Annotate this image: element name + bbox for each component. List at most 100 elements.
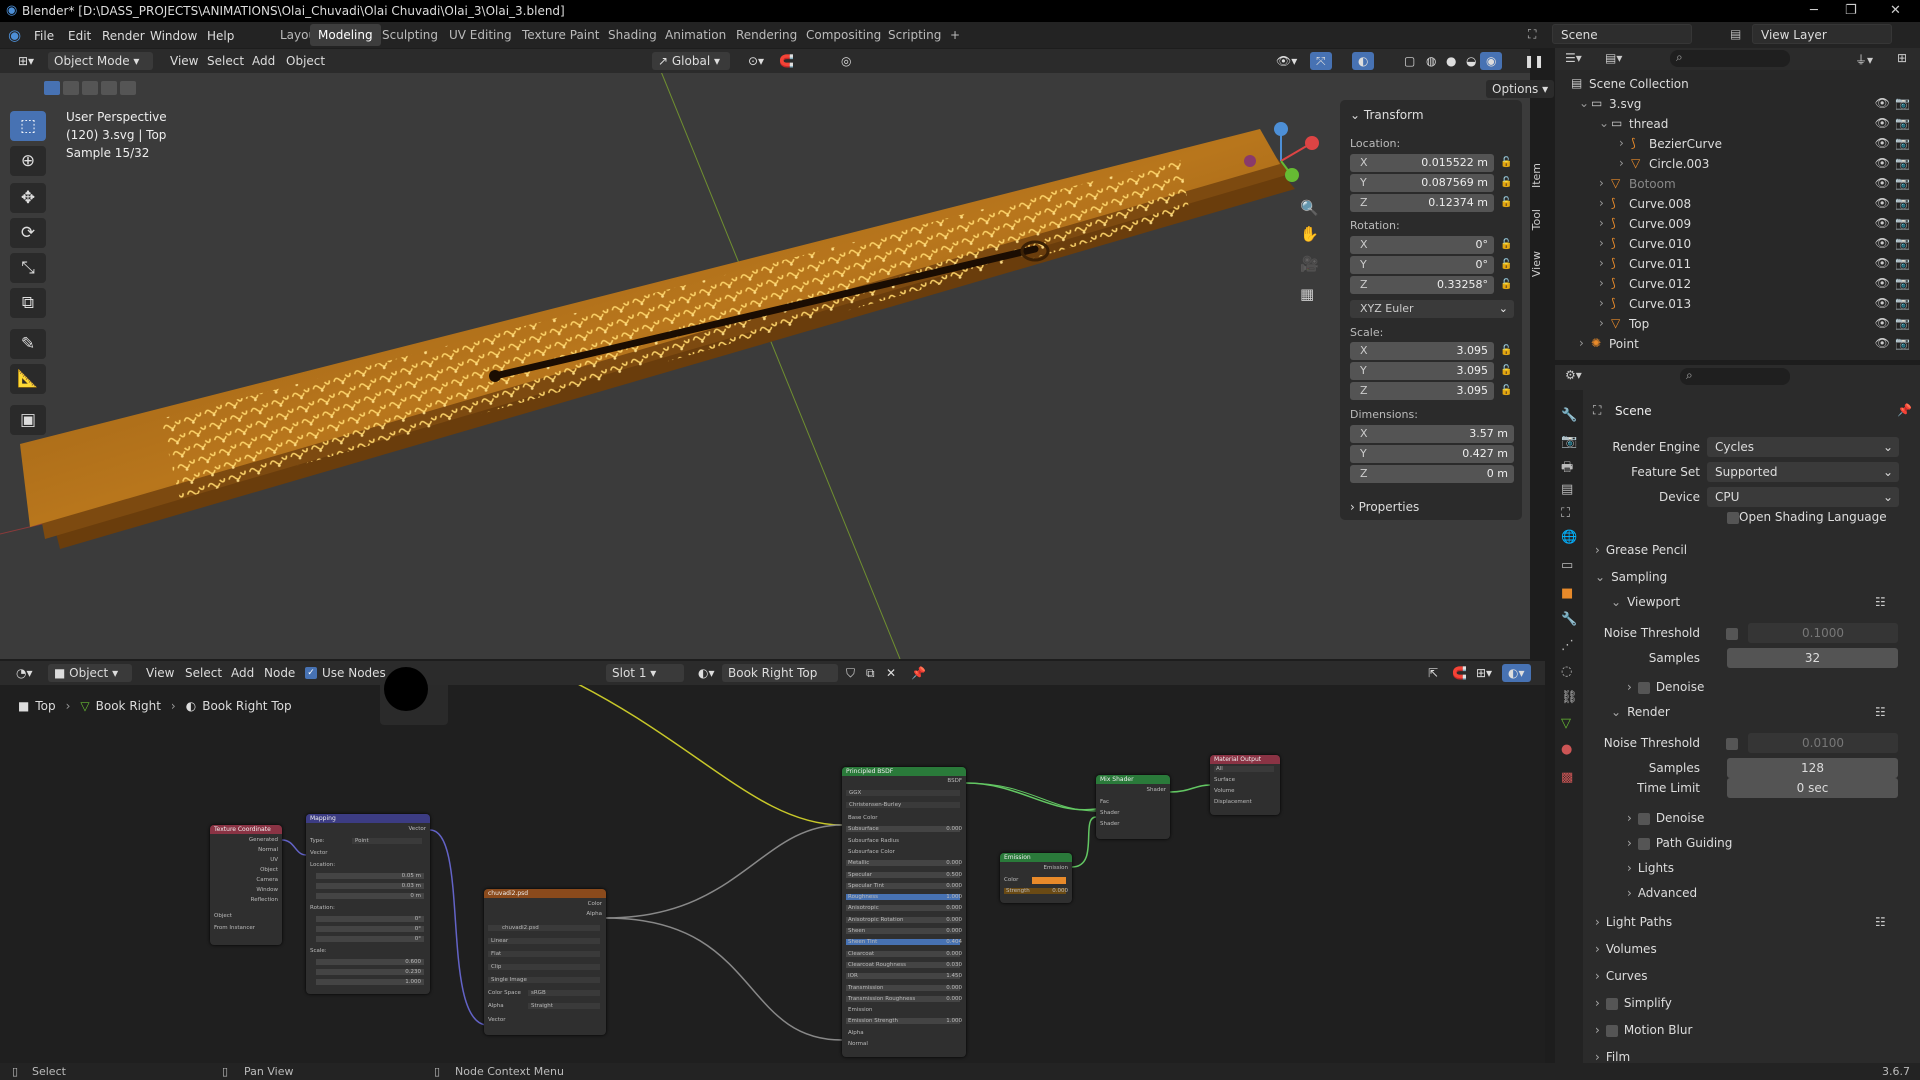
expand-toggle-icon[interactable]: ›: [1599, 316, 1604, 330]
render-engine-dropdown[interactable]: Cycles ⌄: [1707, 437, 1899, 457]
bsdf-input-label[interactable]: IOR: [846, 973, 960, 980]
presets-list-icon[interactable]: ☷: [1875, 595, 1886, 609]
measure-tool[interactable]: 📐: [10, 364, 46, 394]
expand-toggle-icon[interactable]: ›: [1599, 276, 1604, 290]
bsdf-input-label[interactable]: Alpha: [846, 1030, 960, 1036]
subsection-viewport[interactable]: ⌄ Viewport: [1611, 595, 1680, 609]
select-extend-icon[interactable]: [63, 81, 79, 95]
visibility-icon[interactable]: 👁▾: [1270, 52, 1303, 70]
expand-toggle-icon[interactable]: ⌄: [1599, 116, 1609, 130]
tab-animation[interactable]: Animation: [657, 24, 734, 46]
scene-props-icon[interactable]: ⛶: [1561, 506, 1570, 521]
tab-view[interactable]: View: [1530, 251, 1543, 277]
bsdf-input-label[interactable]: Sheen: [846, 928, 960, 934]
node-editor[interactable]: ■ Top › ▽ Book Right › ◐ Book Right Top …: [0, 667, 1545, 1063]
render-samples-field[interactable]: 128: [1727, 758, 1898, 778]
outliner-row[interactable]: › ✺ Point 👁 📷: [1555, 334, 1920, 354]
node-menu-select[interactable]: Select: [179, 664, 228, 682]
tab-sculpting[interactable]: Sculpting: [374, 24, 446, 46]
visibility-eye-icon[interactable]: 👁: [1875, 276, 1890, 290]
section-grease-pencil[interactable]: › Grease Pencil: [1595, 543, 1687, 557]
minimize-icon[interactable]: ─: [1810, 3, 1818, 18]
dimensions-x-field[interactable]: X 3.57 m: [1350, 425, 1514, 443]
location-x-field[interactable]: X 0.015522 m: [1350, 154, 1494, 172]
dimensions-z-field[interactable]: Z 0 m: [1350, 465, 1514, 483]
denoise-checkbox[interactable]: [1637, 812, 1650, 825]
visibility-eye-icon[interactable]: 👁: [1875, 236, 1890, 250]
annotate-tool[interactable]: ✎: [10, 329, 46, 359]
expand-toggle-icon[interactable]: ›: [1579, 336, 1584, 350]
outliner-row[interactable]: › ⟆ Curve.011 👁 📷: [1555, 254, 1920, 274]
viewport-samples-field[interactable]: 32: [1727, 648, 1898, 668]
expand-toggle-icon[interactable]: ›: [1599, 196, 1604, 210]
overlay-toggle-icon[interactable]: ◐▾: [1502, 664, 1531, 682]
menu-view[interactable]: View: [164, 52, 204, 70]
node-mapping[interactable]: Mapping Vector Type: Point Vector Locati…: [306, 814, 430, 994]
gizmo-z-icon[interactable]: [1274, 122, 1288, 136]
camera-view-icon[interactable]: 🎥: [1300, 255, 1319, 273]
render-camera-icon[interactable]: 📷: [1895, 236, 1910, 250]
overlay-toggle-icon[interactable]: ◐: [1352, 52, 1375, 70]
move-tool[interactable]: ✥: [10, 183, 46, 213]
view-layer-selector[interactable]: View Layer: [1752, 24, 1892, 44]
node-texture-coordinate[interactable]: Texture Coordinate Generated Normal UV O…: [210, 825, 282, 945]
emission-color-swatch[interactable]: [1032, 877, 1066, 884]
properties-search-input[interactable]: ⌕: [1680, 368, 1790, 385]
transform-tool[interactable]: ⧉: [10, 288, 46, 318]
section-volumes[interactable]: › Volumes: [1595, 942, 1657, 956]
render-camera-icon[interactable]: 📷: [1895, 156, 1910, 170]
menu-add[interactable]: Add: [246, 52, 281, 70]
bsdf-input-label[interactable]: Anisotropic Rotation: [846, 916, 960, 923]
visibility-eye-icon[interactable]: 👁: [1875, 256, 1890, 270]
lock-icon[interactable]: 🔓: [1500, 177, 1512, 188]
subsection-viewport-denoise[interactable]: › Denoise: [1627, 680, 1704, 694]
tab-item[interactable]: Item: [1530, 163, 1543, 188]
perspective-toggle-icon[interactable]: ▦: [1300, 285, 1314, 303]
bsdf-input-label[interactable]: Specular Tint: [846, 882, 960, 889]
subsection-render[interactable]: ⌄ Render: [1611, 705, 1670, 719]
scale-tool[interactable]: ⤡: [10, 253, 46, 283]
render-noise-threshold-field[interactable]: 0.0100: [1748, 733, 1898, 753]
outliner-row[interactable]: ⌄ ▭ thread 👁 📷: [1555, 114, 1920, 134]
data-props-icon[interactable]: ▽: [1561, 716, 1571, 731]
pivot-icon[interactable]: ⊙▾: [742, 52, 770, 70]
lock-icon[interactable]: 🔓: [1500, 259, 1512, 270]
outliner-row[interactable]: › ⟆ Curve.008 👁 📷: [1555, 194, 1920, 214]
expand-toggle-icon[interactable]: ›: [1619, 156, 1624, 170]
bsdf-input-label[interactable]: Transmission: [846, 984, 960, 991]
node-menu-add[interactable]: Add: [225, 664, 260, 682]
tool-props-icon[interactable]: 🔧: [1561, 408, 1577, 423]
bsdf-input-label[interactable]: Roughness: [846, 894, 960, 901]
node-mix-shader[interactable]: Mix Shader Shader Fac Shader Shader: [1096, 775, 1170, 839]
presets-list-icon[interactable]: ☷: [1875, 915, 1886, 929]
tab-rendering[interactable]: Rendering: [728, 24, 805, 46]
section-sampling[interactable]: ⌄ Sampling: [1595, 570, 1667, 584]
subsection-render-denoise[interactable]: › Denoise: [1627, 811, 1704, 825]
render-props-icon[interactable]: 📷: [1561, 434, 1577, 449]
scale-y-field[interactable]: Y 3.095: [1350, 362, 1494, 380]
filter-icon[interactable]: ⏚▾: [1855, 51, 1873, 68]
visibility-eye-icon[interactable]: 👁: [1875, 196, 1890, 210]
render-camera-icon[interactable]: 📷: [1895, 136, 1910, 150]
outliner-row[interactable]: › ⟆ Curve.012 👁 📷: [1555, 274, 1920, 294]
bsdf-input-label[interactable]: Emission: [846, 1007, 960, 1013]
render-camera-icon[interactable]: 📷: [1895, 336, 1910, 350]
blender-menu-icon[interactable]: ◉: [8, 26, 21, 44]
world-props-icon[interactable]: 🌐: [1561, 530, 1577, 545]
snap-icon[interactable]: 🧲: [773, 52, 800, 70]
render-camera-icon[interactable]: 📷: [1895, 316, 1910, 330]
pause-icon[interactable]: ❚❚: [1518, 52, 1550, 70]
texture-props-icon[interactable]: ▩: [1561, 770, 1573, 785]
scale-z-field[interactable]: Z 3.095: [1350, 382, 1494, 400]
visibility-eye-icon[interactable]: 👁: [1875, 316, 1890, 330]
parent-node-icon[interactable]: ⇱: [1422, 664, 1444, 682]
lock-icon[interactable]: 🔓: [1500, 279, 1512, 290]
snap-icon[interactable]: 🧲: [1446, 664, 1473, 682]
outliner-search-input[interactable]: ⌕: [1670, 50, 1790, 67]
visibility-eye-icon[interactable]: 👁: [1875, 96, 1890, 110]
node-image-texture[interactable]: chuvadi2.psd Color Alpha chuvadi2.psd Li…: [484, 889, 606, 1035]
pan-hand-icon[interactable]: ✋: [1300, 225, 1319, 243]
outliner-row[interactable]: › ⟆ Curve.013 👁 📷: [1555, 294, 1920, 314]
editor-type-icon[interactable]: ⊞▾: [12, 52, 40, 70]
lock-icon[interactable]: 🔓: [1500, 365, 1512, 376]
